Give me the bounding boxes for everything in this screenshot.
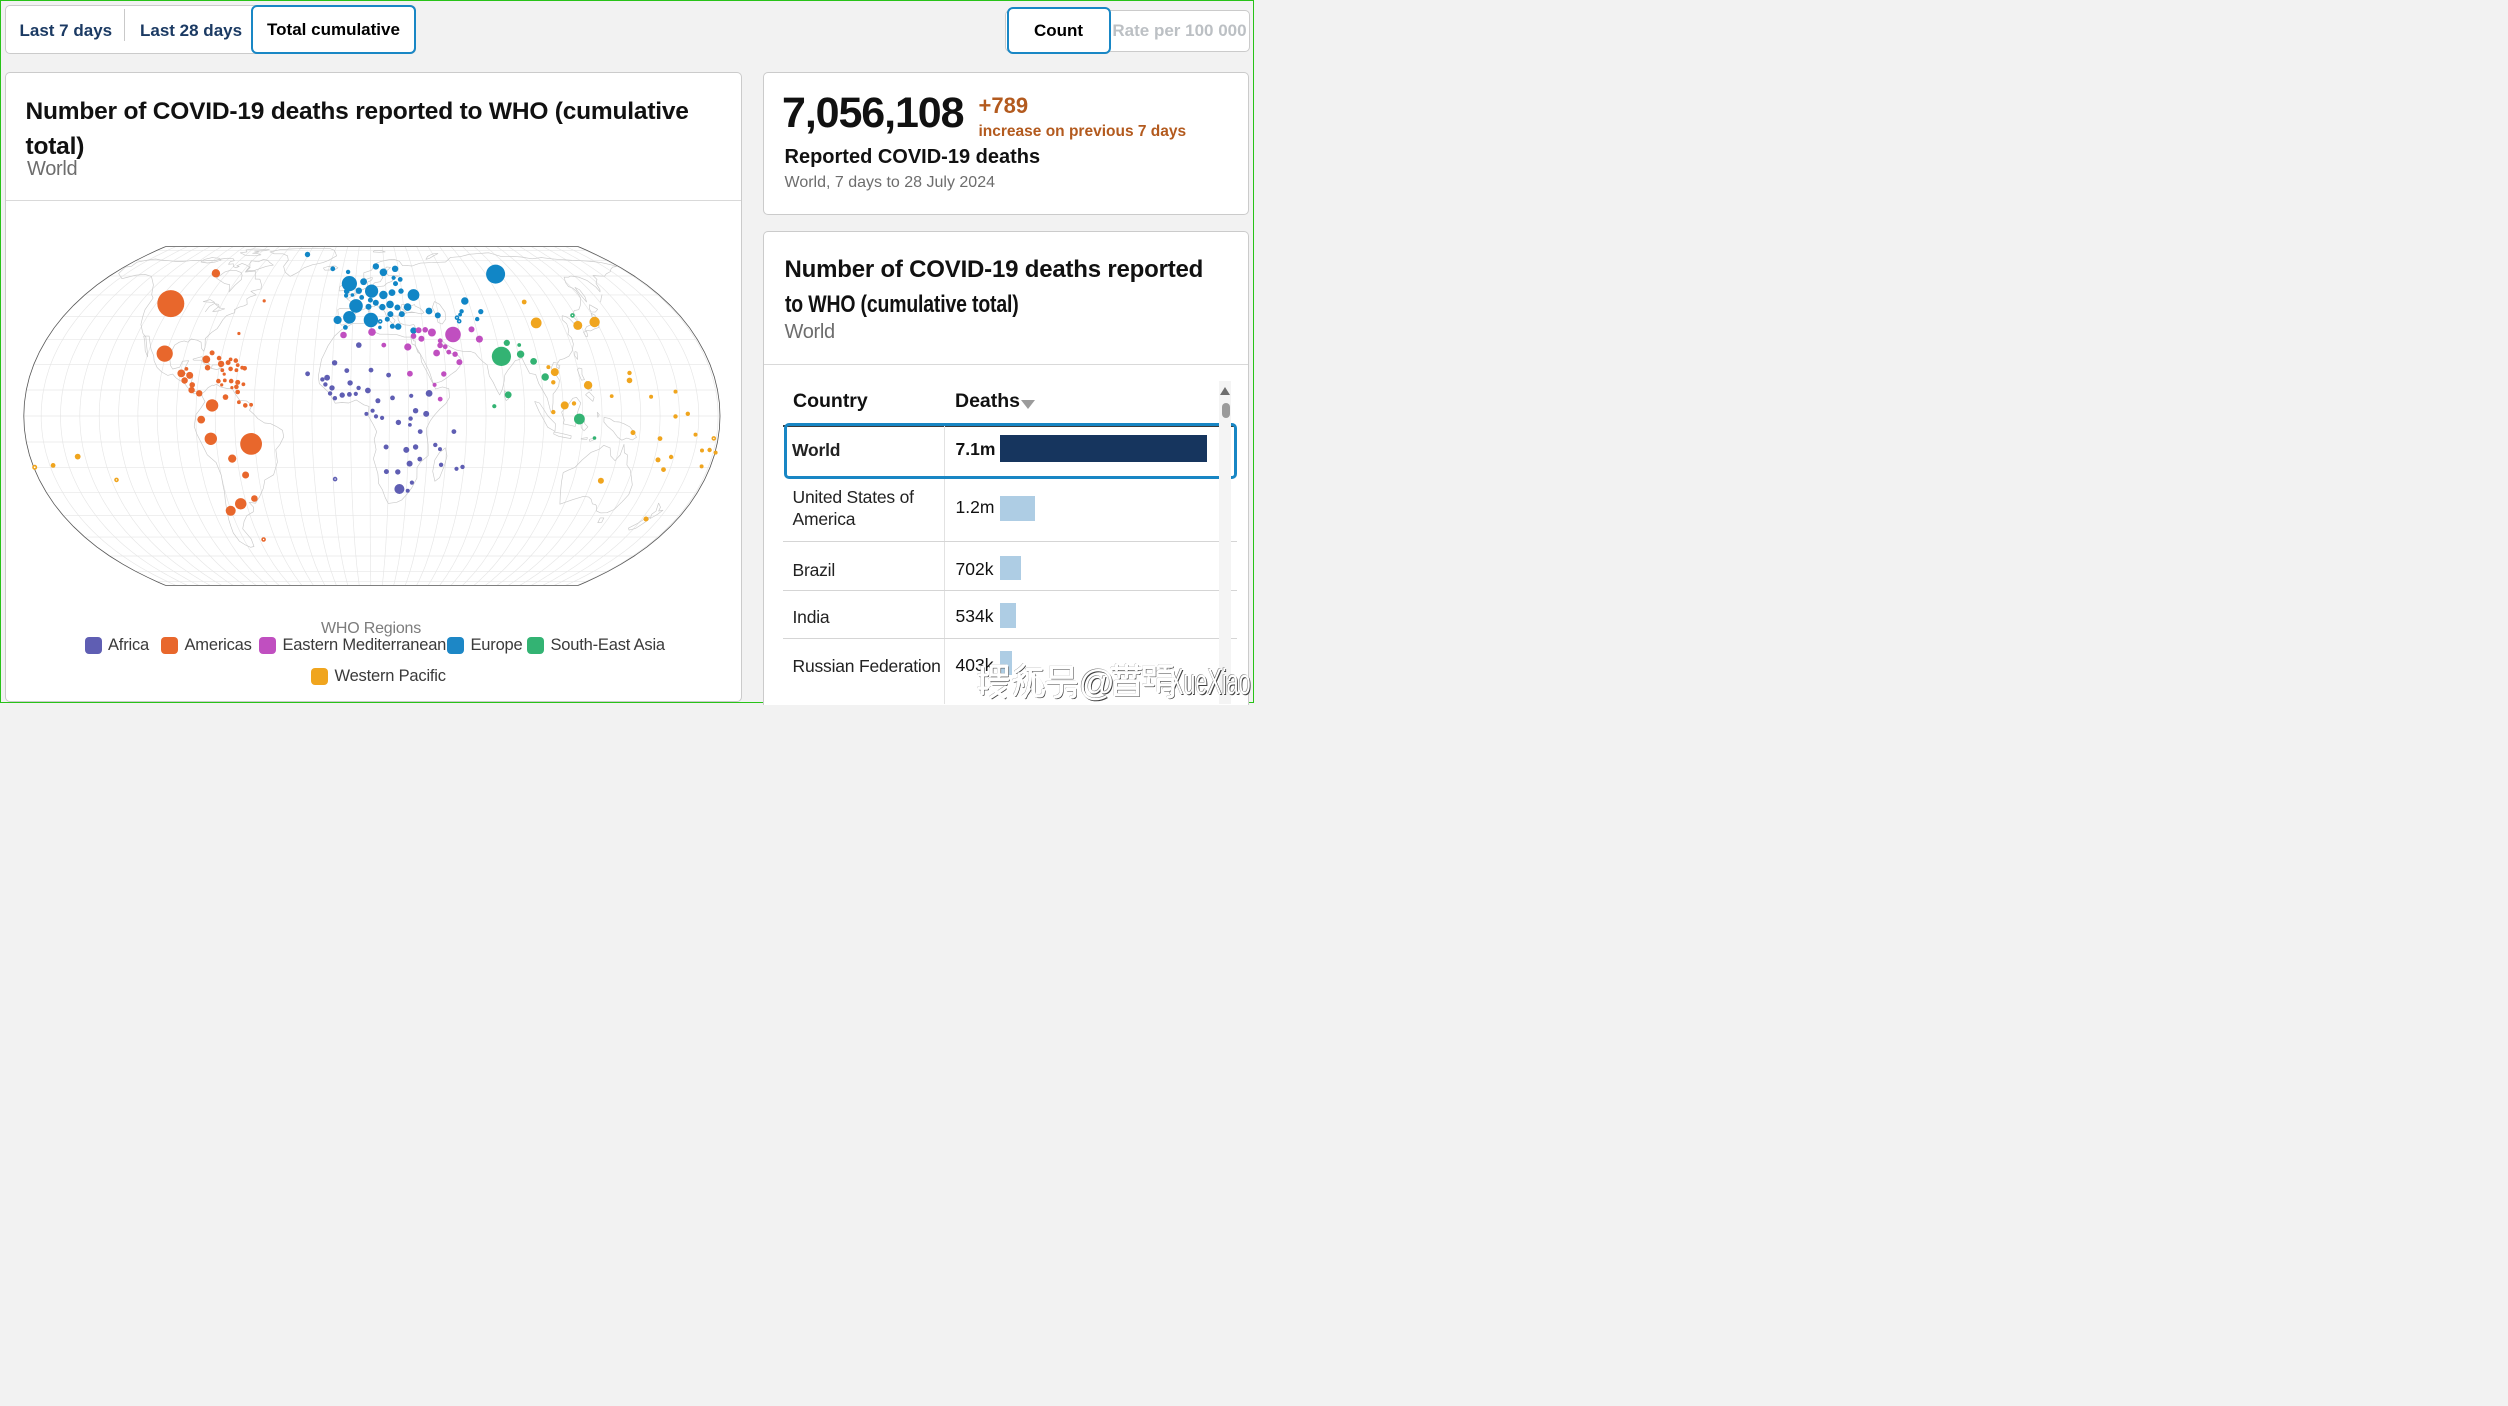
svg-text:@: @: [1079, 662, 1116, 703]
svg-text:XueXiao: XueXiao: [1169, 662, 1251, 702]
